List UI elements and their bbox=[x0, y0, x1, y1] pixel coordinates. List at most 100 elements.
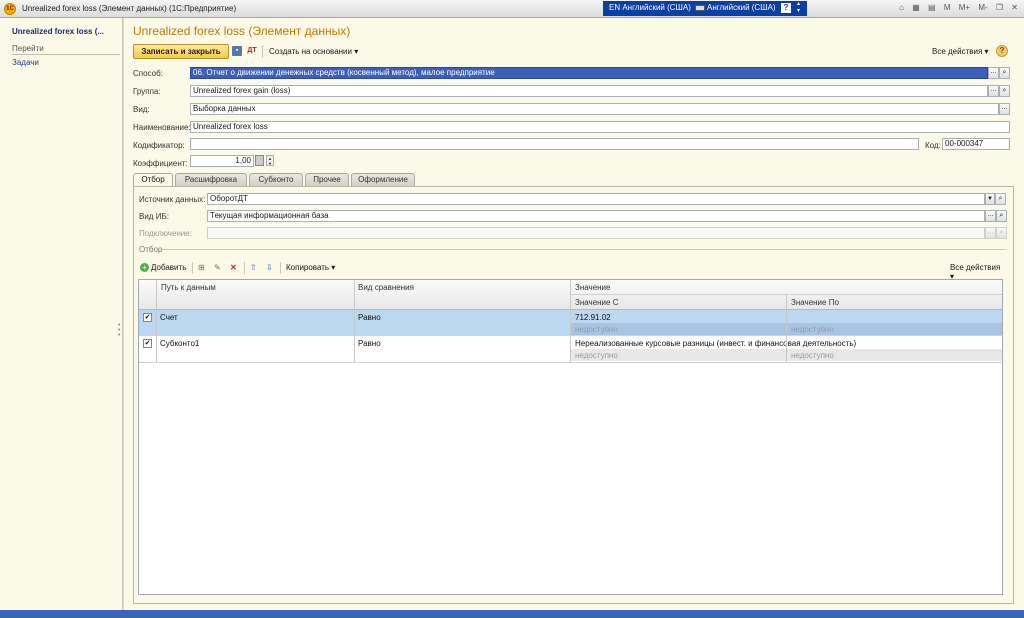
add-icon: + bbox=[140, 263, 149, 273]
column-divider bbox=[570, 280, 571, 362]
type-field[interactable]: Выборка данных bbox=[190, 103, 999, 115]
row-value[interactable]: 712.91.02 bbox=[575, 313, 611, 322]
page-title: Unrealized forex loss (Элемент данных) bbox=[133, 24, 351, 38]
tab-other[interactable]: Прочее bbox=[305, 173, 349, 186]
calendar-icon[interactable]: ▤ bbox=[928, 3, 936, 12]
memory-plus-button[interactable]: M+ bbox=[959, 3, 970, 12]
filter-tab-panel: Источник данных: ОборотДТ ▼ ⌕ Вид ИБ: Те… bbox=[133, 186, 1014, 604]
language-bar[interactable]: EN Английский (США) Английский (США) ? ▴… bbox=[603, 1, 807, 16]
data-source-field[interactable]: ОборотДТ bbox=[207, 193, 985, 205]
code-label: Код: bbox=[925, 141, 941, 150]
window-title: Unrealized forex loss (Элемент данных) (… bbox=[22, 4, 237, 13]
window-title-bar: 1C Unrealized forex loss (Элемент данных… bbox=[0, 0, 1024, 18]
row-path[interactable]: Субконто1 bbox=[160, 339, 199, 348]
add-button[interactable]: + Добавить bbox=[140, 262, 186, 274]
all-actions-button[interactable]: Все действия ▾ bbox=[932, 47, 989, 56]
toolbar-separator bbox=[280, 262, 281, 274]
codifier-field[interactable] bbox=[190, 138, 919, 150]
group-label: Группа: bbox=[133, 87, 161, 96]
ib-type-open-icon[interactable]: ⌕ bbox=[996, 210, 1007, 222]
keyboard-layout-label: Английский (США) bbox=[707, 3, 776, 12]
create-based-on-button[interactable]: Создать на основании ▾ bbox=[269, 47, 358, 56]
filter-toolbar: + Добавить ⊞ ✎ ✕ ⇧ ⇩ Копировать ▾ Все дей… bbox=[138, 261, 1004, 281]
row-comparison[interactable]: Равно bbox=[358, 313, 381, 322]
toolbar-separator bbox=[192, 262, 193, 274]
posting-report-icon[interactable]: ДТ bbox=[247, 46, 257, 56]
ib-type-label: Вид ИБ: bbox=[139, 212, 169, 221]
name-label: Наименование: bbox=[133, 123, 191, 132]
keyboard-layout[interactable]: Английский (США) bbox=[695, 3, 776, 12]
column-header-value-to[interactable]: Значение По bbox=[791, 298, 839, 307]
data-source-label: Источник данных: bbox=[139, 195, 206, 204]
tab-subconto[interactable]: Субконто bbox=[249, 173, 303, 186]
row-checkbox[interactable]: ✔ bbox=[143, 313, 152, 322]
input-language[interactable]: EN Английский (США) bbox=[609, 3, 691, 12]
group-divider bbox=[160, 249, 1006, 250]
code-field[interactable]: 00-000347 bbox=[942, 138, 1010, 150]
row-checkbox[interactable]: ✔ bbox=[143, 339, 152, 348]
form-area: Unrealized forex loss (Элемент данных) З… bbox=[124, 18, 1024, 610]
connection-select-button: ... bbox=[985, 227, 996, 239]
row-value-from: недоступно bbox=[575, 351, 618, 360]
name-field[interactable]: Unrealized forex loss bbox=[190, 121, 1010, 133]
copy-button[interactable]: Копировать ▾ bbox=[286, 262, 335, 274]
help-icon[interactable]: ? bbox=[996, 45, 1008, 57]
home-icon[interactable]: ⌂ bbox=[899, 3, 904, 12]
keyboard-icon bbox=[695, 4, 705, 11]
column-header-value-from[interactable]: Значение С bbox=[575, 298, 618, 307]
edit-icon[interactable]: ✎ bbox=[214, 262, 221, 274]
coefficient-field[interactable]: 1,00 bbox=[190, 155, 254, 167]
group-open-icon[interactable]: ⌕ bbox=[999, 85, 1010, 97]
filter-table[interactable]: Путь к данным Вид сравнения Значение Зна… bbox=[138, 279, 1003, 595]
coefficient-label: Коэффициент: bbox=[133, 159, 188, 168]
group-select-button[interactable]: ... bbox=[988, 85, 999, 97]
add-group-icon[interactable]: ⊞ bbox=[198, 262, 205, 274]
row-value[interactable]: Нереализованные курсовые разницы (инвест… bbox=[575, 339, 856, 348]
column-divider bbox=[354, 280, 355, 362]
add-button-label: Добавить bbox=[151, 263, 187, 272]
method-field[interactable]: 06. Отчет о движении денежных средств (к… bbox=[190, 67, 988, 79]
method-select-button[interactable]: ... bbox=[988, 67, 999, 79]
tab-filter[interactable]: Отбор bbox=[133, 173, 173, 187]
close-icon[interactable]: ✕ bbox=[1011, 3, 1018, 12]
calculator-icon[interactable]: ▦ bbox=[912, 3, 920, 12]
row-divider bbox=[139, 362, 1002, 363]
memory-minus-button[interactable]: M- bbox=[978, 3, 987, 12]
column-divider bbox=[156, 280, 157, 362]
toolbar-separator bbox=[262, 45, 263, 58]
memory-button[interactable]: M bbox=[944, 3, 951, 12]
restore-icon[interactable]: ❐ bbox=[996, 3, 1003, 12]
group-field[interactable]: Unrealized forex gain (loss) bbox=[190, 85, 988, 97]
type-select-button[interactable]: ... bbox=[999, 103, 1010, 115]
status-bar bbox=[0, 610, 1024, 618]
language-options-icon[interactable]: ▴ ▾ bbox=[797, 1, 800, 15]
row-comparison[interactable]: Равно bbox=[358, 339, 381, 348]
filter-group-title: Отбор bbox=[139, 245, 163, 254]
connection-open-icon: ⌕ bbox=[996, 227, 1007, 239]
sidebar-item-tasks[interactable]: Задачи bbox=[12, 58, 39, 67]
save-icon[interactable]: ▪ bbox=[232, 46, 242, 56]
toolbar-separator bbox=[244, 262, 245, 274]
data-source-dropdown[interactable]: ▼ bbox=[985, 193, 995, 205]
panel-splitter[interactable]: • • • bbox=[118, 322, 121, 339]
column-divider bbox=[786, 294, 787, 362]
tab-appearance[interactable]: Оформление bbox=[351, 173, 415, 186]
ib-type-field[interactable]: Текущая информационная база bbox=[207, 210, 985, 222]
move-down-icon[interactable]: ⇩ bbox=[266, 262, 273, 274]
language-help-icon[interactable]: ? bbox=[781, 3, 791, 13]
save-and-close-button[interactable]: Записать и закрыть bbox=[133, 44, 229, 59]
move-up-icon[interactable]: ⇧ bbox=[250, 262, 257, 274]
sidebar-heading: Перейти bbox=[12, 44, 120, 55]
tab-breakdown[interactable]: Расшифровка bbox=[175, 173, 247, 186]
ib-type-select-button[interactable]: ... bbox=[985, 210, 996, 222]
sidebar-title[interactable]: Unrealized forex loss (... bbox=[12, 27, 120, 36]
calculator-icon[interactable] bbox=[255, 155, 264, 166]
column-header-value[interactable]: Значение bbox=[575, 283, 610, 292]
column-header-comparison[interactable]: Вид сравнения bbox=[358, 283, 414, 292]
method-open-icon[interactable]: ⌕ bbox=[999, 67, 1010, 79]
coefficient-stepper[interactable]: ▲ ▼ bbox=[266, 155, 274, 166]
delete-icon[interactable]: ✕ bbox=[230, 262, 237, 274]
column-header-path[interactable]: Путь к данным bbox=[161, 283, 216, 292]
row-path[interactable]: Счет bbox=[160, 313, 178, 322]
data-source-open-icon[interactable]: ⌕ bbox=[995, 193, 1006, 205]
